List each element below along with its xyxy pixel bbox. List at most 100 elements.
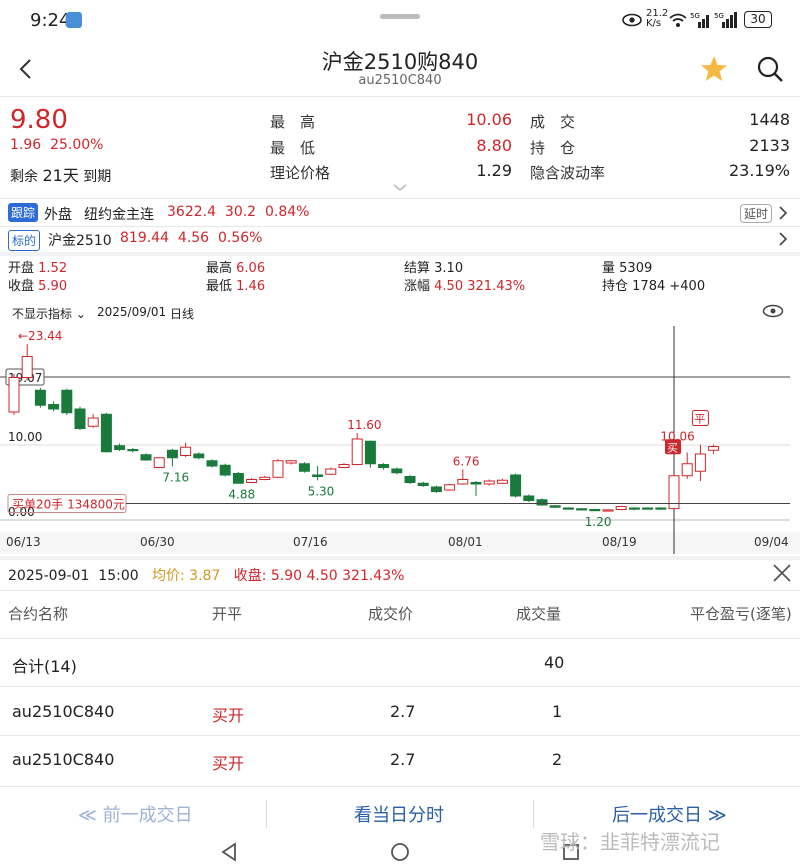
watermark: 雪球：韭菲特漂流记 <box>540 830 720 854</box>
candle-body <box>655 507 667 510</box>
days-to-expiry: 剩余 21天 到期 <box>10 166 112 185</box>
candle-body <box>48 404 60 410</box>
ohlc-panel: 开盘 1.52 最高 6.06 结算 3.10 量 5309 收盘 5.90 最… <box>8 261 706 294</box>
candle-body <box>180 446 192 456</box>
close-icon[interactable] <box>772 563 792 583</box>
status-time: 9:24 <box>30 10 71 31</box>
candle-body <box>298 463 310 472</box>
candle-body <box>206 460 218 467</box>
candle-body <box>615 506 627 510</box>
candle-body <box>114 445 126 450</box>
candle-body <box>378 464 390 468</box>
tracking-row[interactable]: 跟踪 外盘 纽约金主连 3622.4 30.2 0.84% 延时 <box>0 200 800 226</box>
candle-body <box>285 460 297 464</box>
candle-body <box>523 495 535 501</box>
x-tick-label: 07/16 <box>293 535 328 549</box>
table-total-row: 合计(14) 40 <box>12 653 565 676</box>
value-annotation: ←23.44 <box>18 329 62 343</box>
favorite-star-icon[interactable] <box>700 55 728 83</box>
table-row[interactable]: au2510C840 买开 2.7 1 <box>0 688 800 734</box>
candle-body <box>166 449 178 459</box>
candle-body <box>8 377 20 413</box>
candle-body <box>642 507 654 510</box>
candle-body <box>444 484 456 491</box>
status-bar: 9:24 21.2 K/s 5G 5G 30 <box>0 0 800 42</box>
underlying-quote: 819.44 4.56 0.56% <box>120 230 263 246</box>
open-interest-label: 持 仓 <box>530 139 576 157</box>
visibility-eye-icon[interactable] <box>762 304 784 318</box>
value-annotation: 4.88 <box>228 487 255 501</box>
drag-handle <box>380 14 420 19</box>
page-title: 沪金2510购840 <box>321 50 479 74</box>
view-intraday-button[interactable]: 看当日分时 <box>354 801 444 827</box>
svg-text:5G: 5G <box>690 12 700 20</box>
expand-chevron-icon[interactable] <box>393 184 407 192</box>
high-label: 最 高 <box>270 113 316 131</box>
candle-body <box>219 464 231 476</box>
candle-body <box>602 509 614 512</box>
candle-body <box>364 440 376 465</box>
underlying-tag: 标的 <box>8 230 41 251</box>
y-tick-label: 10.00 <box>8 430 42 444</box>
candle-body <box>694 453 706 472</box>
x-tick-label: 06/13 <box>6 535 41 549</box>
high-value: 10.06 <box>466 110 512 129</box>
candle-body <box>391 468 403 474</box>
chart-date: 2025/09/01 <box>97 305 167 319</box>
indicator-select[interactable]: 不显示指标 ⌄ <box>12 305 86 322</box>
nav-home-icon[interactable] <box>390 842 410 862</box>
price-change: 1.96 25.00% <box>10 137 104 153</box>
tracking-quote: 3622.4 30.2 0.84% <box>167 204 310 220</box>
candle-body <box>417 482 429 486</box>
svg-text:5G: 5G <box>714 12 724 20</box>
theoretical-price-label: 理论价格 <box>270 164 331 182</box>
theoretical-price-value: 1.29 <box>476 161 512 180</box>
battery-indicator: 30 <box>744 11 772 28</box>
candle-body <box>562 507 574 510</box>
chevron-right-icon-2[interactable] <box>778 231 788 247</box>
order-marker-label: 买单20手 134800元 <box>12 498 125 512</box>
wifi-icon <box>669 13 687 27</box>
chart-toolbar: 不显示指标 ⌄ 2025/09/01 日线 <box>0 298 800 326</box>
candle-body <box>708 446 720 451</box>
candle-body <box>589 509 601 512</box>
chart-period: 日线 <box>170 307 195 321</box>
candle-body <box>510 474 522 497</box>
chevron-right-icon[interactable] <box>778 205 788 221</box>
trade-detail-header: 2025-09-01 15:00 均价: 3.87 收盘: 5.90 4.50 … <box>8 568 405 584</box>
candle-body <box>74 408 86 429</box>
value-annotation: 7.16 <box>162 470 189 484</box>
value-annotation: 11.60 <box>347 418 381 432</box>
candle-body <box>351 438 363 465</box>
candle-body <box>628 507 640 510</box>
low-value: 8.80 <box>476 136 512 155</box>
open-interest-value: 2133 <box>749 136 790 155</box>
table-row[interactable]: au2510C840 买开 2.7 2 <box>0 737 800 783</box>
value-annotation: 6.76 <box>453 454 480 468</box>
trade-table-header: 合约名称 开平 成交价 成交量 平仓盈亏(逐笔) <box>8 605 792 623</box>
prev-trade-day-button[interactable]: ≪ 前一成交日 <box>78 801 193 827</box>
app-notification-icon <box>66 12 82 28</box>
candle-body <box>536 499 548 506</box>
next-trade-day-button[interactable]: 后一成交日 ≫ <box>612 801 727 827</box>
implied-volatility-label: 隐含波动率 <box>530 164 606 182</box>
underlying-name: 沪金2510 <box>48 233 112 249</box>
value-annotation: 1.20 <box>585 515 612 529</box>
flat-tag: 平 <box>694 413 705 426</box>
candle-body <box>483 480 495 485</box>
nav-back-icon[interactable] <box>220 842 238 862</box>
candle-body <box>246 479 258 483</box>
candle-body <box>338 464 350 468</box>
underlying-row[interactable]: 标的 沪金2510 819.44 4.56 0.56% <box>0 227 800 251</box>
candlestick-chart[interactable]: 19.0710.000.0006/1306/3007/1608/0108/190… <box>0 326 800 554</box>
candle-body <box>259 476 271 480</box>
search-icon[interactable] <box>756 55 784 83</box>
candle-body <box>272 460 284 478</box>
last-price: 9.80 <box>10 105 68 135</box>
candle-body <box>430 486 442 492</box>
candle-body <box>496 479 508 484</box>
x-tick-label: 09/04 <box>754 535 789 549</box>
candle-body <box>21 356 33 378</box>
volume-label: 成 交 <box>530 113 576 131</box>
candle-body <box>312 474 324 477</box>
